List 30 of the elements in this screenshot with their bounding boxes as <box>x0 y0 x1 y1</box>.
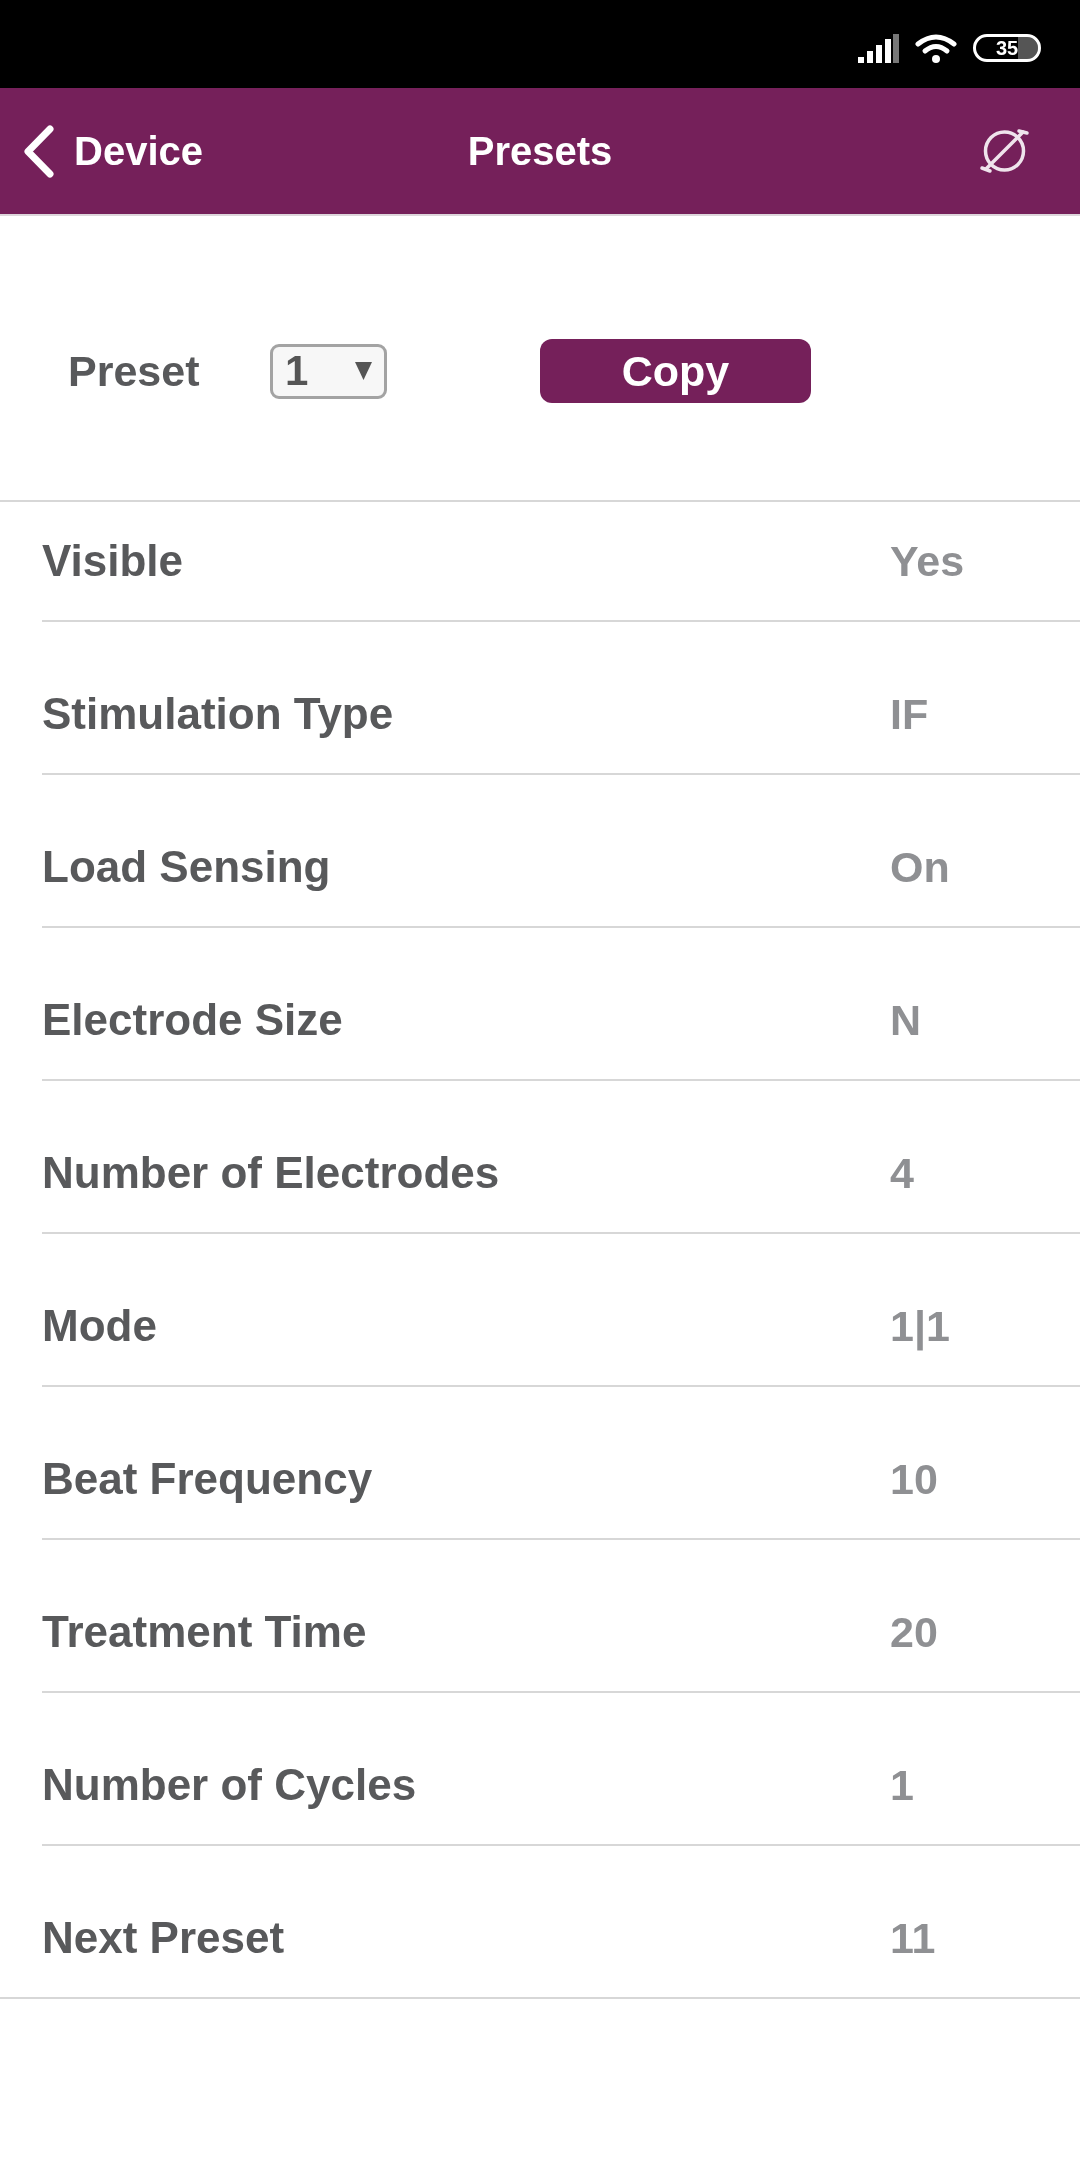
setting-value[interactable]: 1|1 <box>890 1302 1080 1350</box>
setting-value[interactable]: Yes <box>890 537 1080 585</box>
setting-value[interactable]: 11 <box>890 1914 1080 1962</box>
setting-value[interactable]: On <box>890 843 1080 891</box>
battery-percentage: 35 <box>995 37 1019 59</box>
preset-label: Preset <box>68 346 201 397</box>
preset-dropdown[interactable]: 1 <box>270 343 387 399</box>
back-button[interactable]: Device <box>0 123 203 179</box>
setting-value[interactable]: IF <box>890 690 1080 738</box>
screen-title: Presets <box>467 128 613 175</box>
setting-label: Number of Cycles <box>42 1761 418 1809</box>
setting-label: Next Preset <box>42 1914 286 1962</box>
setting-label: Beat Frequency <box>42 1455 374 1503</box>
setting-label: Stimulation Type <box>42 690 395 738</box>
copy-button[interactable]: Copy <box>540 339 811 403</box>
setting-label: Treatment Time <box>42 1608 368 1656</box>
setting-label: Number of Electrodes <box>42 1149 501 1197</box>
setting-label: Mode <box>42 1302 158 1350</box>
wifi-icon <box>915 33 957 63</box>
setting-value[interactable]: 1 <box>890 1761 1080 1809</box>
signal-icon <box>858 33 899 63</box>
caret-down-icon <box>355 362 372 380</box>
setting-value[interactable]: 4 <box>890 1149 1080 1197</box>
setting-label: Load Sensing <box>42 843 332 891</box>
setting-label: Visible <box>42 537 185 585</box>
setting-value[interactable]: 10 <box>890 1455 1080 1503</box>
setting-value[interactable]: N <box>890 996 1080 1044</box>
setting-value[interactable]: 20 <box>890 1608 1080 1656</box>
chevron-left-icon <box>22 123 55 179</box>
setting-label: Electrode Size <box>42 996 344 1044</box>
